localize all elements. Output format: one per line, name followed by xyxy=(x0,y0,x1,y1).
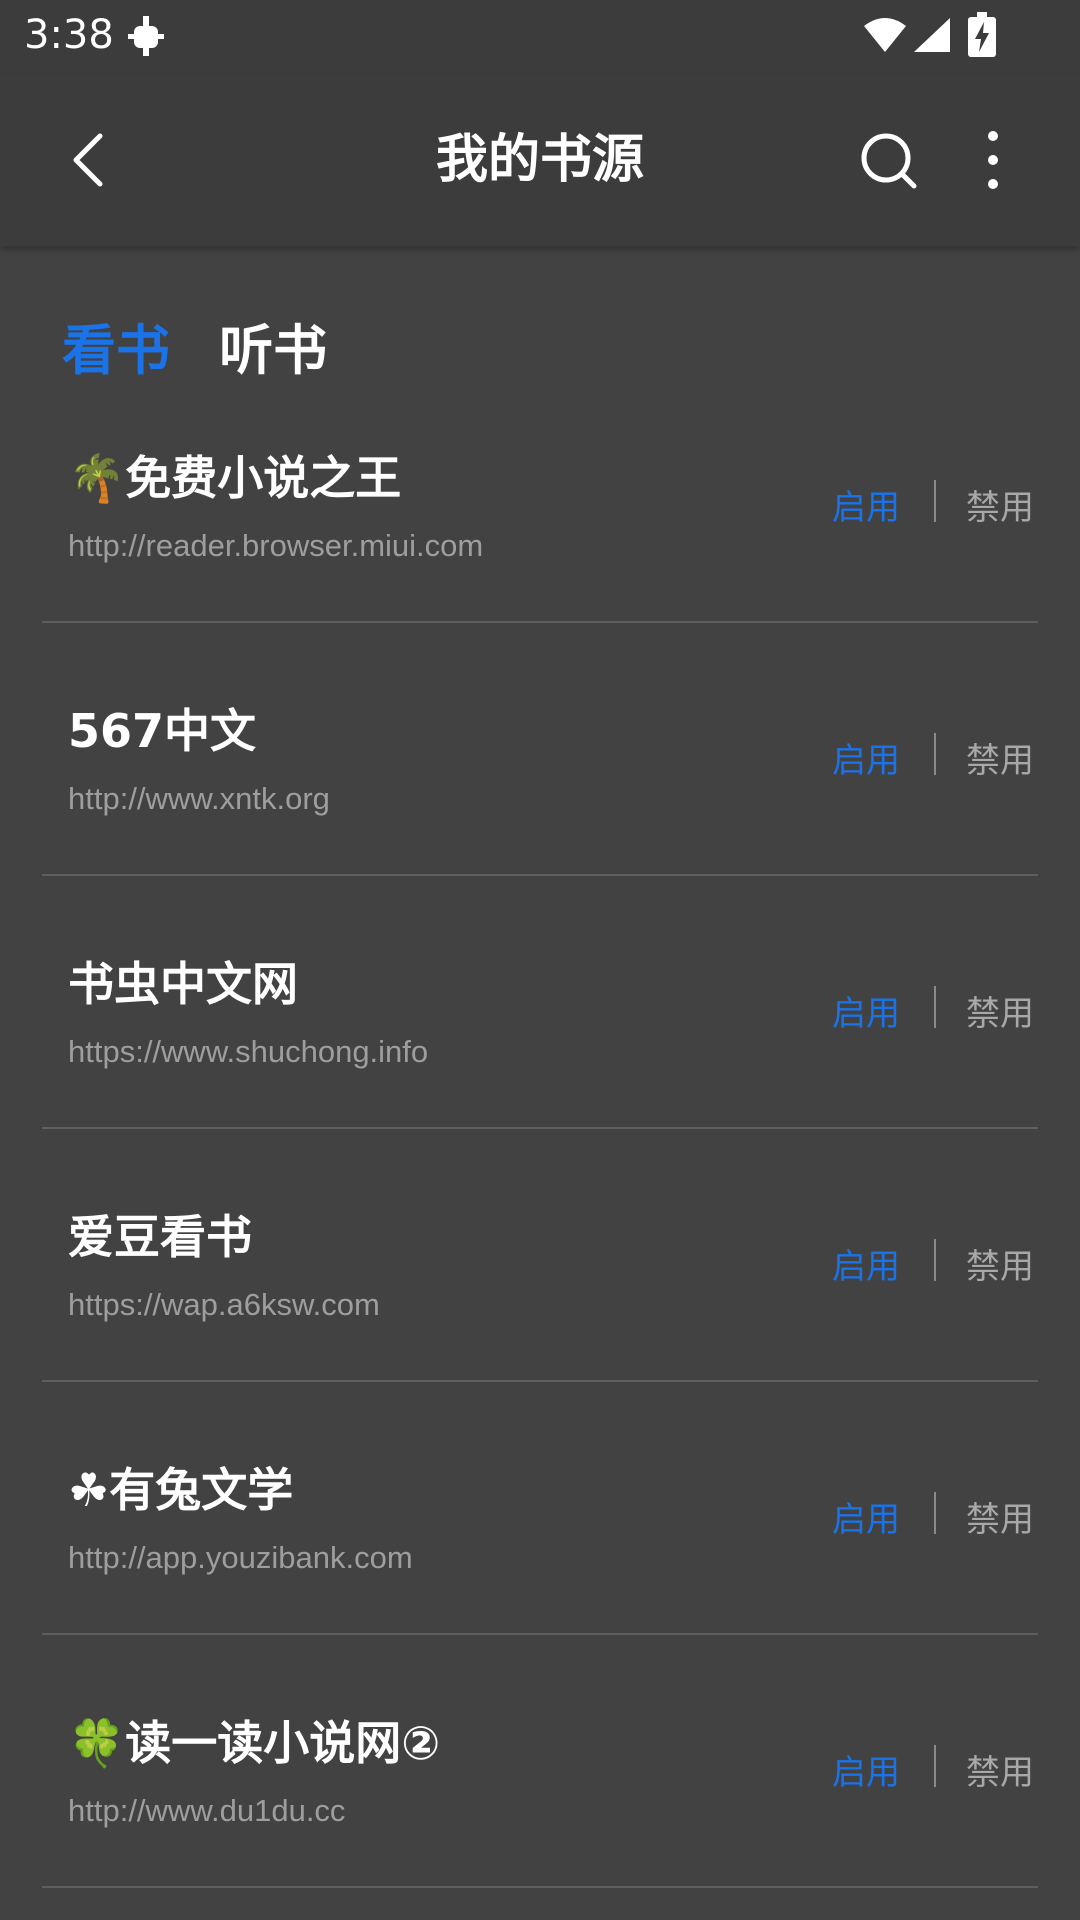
signal-icon xyxy=(914,18,950,52)
disable-button[interactable]: 禁用 xyxy=(966,1492,1034,1541)
enable-button[interactable]: 启用 xyxy=(832,1239,900,1288)
enable-button[interactable]: 启用 xyxy=(832,733,900,782)
enable-button[interactable]: 启用 xyxy=(832,1745,900,1794)
disable-button[interactable]: 禁用 xyxy=(966,480,1034,529)
divider xyxy=(934,733,936,775)
status-bar: 3:38 xyxy=(0,0,1080,74)
disable-button[interactable]: 禁用 xyxy=(966,986,1034,1035)
source-name: ☘有兔文学 xyxy=(68,1463,294,1517)
source-url: https://www.shuchong.info xyxy=(68,1034,429,1069)
disable-button[interactable]: 禁用 xyxy=(966,1239,1034,1288)
enable-button[interactable]: 启用 xyxy=(832,986,900,1035)
search-icon[interactable] xyxy=(858,130,920,192)
list-item[interactable]: ☘有兔文学 http://app.youzibank.com 启用 禁用 xyxy=(42,1382,1038,1635)
enable-button[interactable]: 启用 xyxy=(832,480,900,529)
source-name: 567中文 xyxy=(68,704,257,758)
source-url: http://www.du1du.cc xyxy=(68,1793,346,1828)
list-item[interactable]: 书虫中文网 https://www.shuchong.info 启用 禁用 xyxy=(42,876,1038,1129)
source-name: 书虫中文网 xyxy=(68,957,298,1011)
source-url: http://www.xntk.org xyxy=(68,781,330,816)
source-name: 🌴免费小说之王 xyxy=(68,451,402,505)
list-item[interactable]: 🍀读一读小说网② http://www.du1du.cc 启用 禁用 xyxy=(42,1635,1038,1888)
more-vert-icon[interactable] xyxy=(978,128,1008,192)
source-name: 🍀读一读小说网② xyxy=(68,1716,441,1770)
list-item[interactable]: 567中文 http://www.xntk.org 启用 禁用 xyxy=(42,623,1038,876)
source-name: 爱豆看书 xyxy=(68,1210,252,1264)
divider xyxy=(934,1745,936,1787)
bug-icon xyxy=(128,16,164,56)
divider xyxy=(934,1239,936,1281)
divider xyxy=(934,1492,936,1534)
wifi-icon xyxy=(864,18,906,52)
divider xyxy=(934,480,936,522)
source-url: http://reader.browser.miui.com xyxy=(68,528,484,563)
disable-button[interactable]: 禁用 xyxy=(966,733,1034,782)
source-url: https://wap.a6ksw.com xyxy=(68,1287,380,1322)
disable-button[interactable]: 禁用 xyxy=(966,1745,1034,1794)
enable-button[interactable]: 启用 xyxy=(832,1492,900,1541)
list-item[interactable]: 爱豆看书 https://wap.a6ksw.com 启用 禁用 xyxy=(42,1129,1038,1382)
divider xyxy=(934,986,936,1028)
app-bar: 我的书源 xyxy=(0,74,1080,246)
source-url: http://app.youzibank.com xyxy=(68,1540,413,1575)
status-time: 3:38 xyxy=(24,12,114,58)
list-item[interactable]: 🌴免费小说之王 http://reader.browser.miui.com 启… xyxy=(42,370,1038,623)
battery-charging-icon xyxy=(968,12,996,57)
